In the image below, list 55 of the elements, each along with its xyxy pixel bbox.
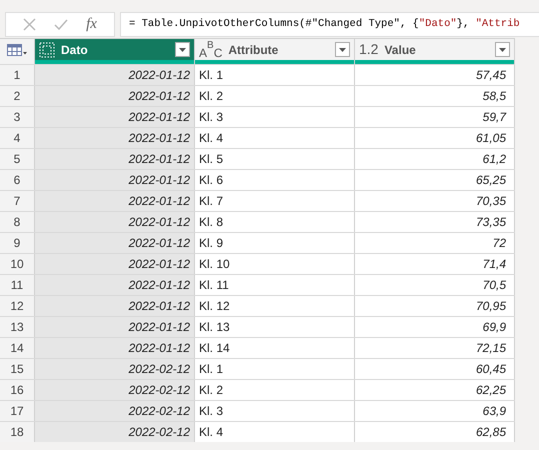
filter-dropdown[interactable]	[495, 42, 510, 57]
table-icon	[7, 44, 27, 56]
calendar-grid-icon	[39, 42, 55, 58]
table-cell: 2022-01-12	[35, 254, 195, 274]
table-cell: 2022-01-12	[35, 296, 195, 316]
formula-text: = Table.UnpivotOtherColumns(#"Changed Type", {"Dato"}, "Attrib	[129, 16, 520, 32]
table-cell: 2022-01-12	[35, 212, 195, 232]
table-cell: 2022-02-12	[35, 359, 195, 379]
caret-icon	[179, 48, 186, 52]
table-cell: 2022-02-12	[35, 380, 195, 400]
table-cell: 2022-01-12	[35, 170, 195, 190]
table-cell: 2022-01-12	[35, 338, 195, 358]
row-number: 3	[0, 107, 35, 127]
table-cell: 2022-02-12	[35, 422, 195, 442]
table-cell: 2022-01-12	[35, 191, 195, 211]
row-number: 4	[0, 128, 35, 148]
table-cell: 2022-02-12	[35, 401, 195, 421]
number-type-label: 1.2	[359, 40, 378, 59]
column-name: Value	[384, 42, 417, 58]
row-number: 10	[0, 254, 35, 274]
row-number: 16	[0, 380, 35, 400]
caret-icon	[499, 48, 506, 52]
row-number: 13	[0, 317, 35, 337]
table-cell: 2022-01-12	[35, 149, 195, 169]
column-name: Attribute	[228, 42, 280, 58]
caret-icon	[339, 48, 346, 52]
filter-dropdown[interactable]	[175, 42, 190, 57]
filter-dropdown[interactable]	[335, 42, 350, 57]
row-number: 8	[0, 212, 35, 232]
table-cell: 2022-01-12	[35, 233, 195, 253]
column-header[interactable]: 1.2 Value	[355, 39, 515, 60]
table-cell: 2022-01-12	[35, 275, 195, 295]
table-cell: 2022-01-12	[35, 317, 195, 337]
row-number: 17	[0, 401, 35, 421]
column-header[interactable]: Dato	[35, 39, 195, 60]
row-number: 18	[0, 422, 35, 442]
table-cell: 2022-01-12	[35, 107, 195, 127]
row-number: 5	[0, 149, 35, 169]
row-number: 6	[0, 170, 35, 190]
check-icon[interactable]	[54, 19, 68, 30]
row-number: 14	[0, 338, 35, 358]
row-number: 2	[0, 86, 35, 106]
column-name: Dato	[61, 42, 89, 58]
table-cell: 2022-01-12	[35, 86, 195, 106]
table-menu-button[interactable]	[0, 39, 35, 60]
table-cell: 2022-01-12	[35, 65, 195, 85]
row-number: 9	[0, 233, 35, 253]
formula-field[interactable]: = Table.UnpivotOtherColumns(#"Changed Type", {"Dato"}, "Attrib	[120, 12, 539, 37]
table-cell: 2022-01-12	[35, 128, 195, 148]
fx-label[interactable]: fx	[86, 13, 97, 36]
row-number: 11	[0, 275, 35, 295]
row-number: 1	[0, 65, 35, 85]
row-number: 15	[0, 359, 35, 379]
row-number: 12	[0, 296, 35, 316]
row-number: 7	[0, 191, 35, 211]
